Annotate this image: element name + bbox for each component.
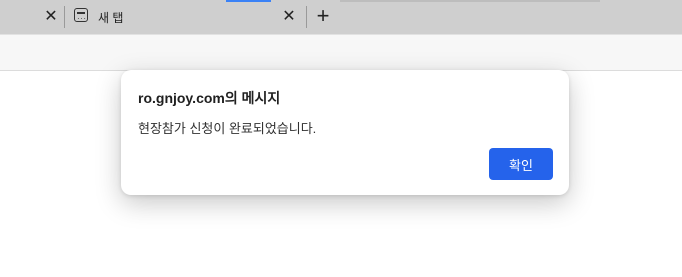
browser-toolbar [0,34,682,71]
close-tab-icon[interactable]: ✕ [280,8,298,26]
tab-separator [306,6,307,28]
alert-dialog: ro.gnjoy.com의 메시지 현장참가 신청이 완료되었습니다. 확인 [121,70,569,195]
tab-strip: ✕ ··· 새 탭 ✕ + [0,0,682,34]
tab-new-tab[interactable]: ··· 새 탭 ✕ [66,0,306,34]
close-tab-icon[interactable]: ✕ [42,8,60,26]
dialog-message: 현장참가 신청이 완료되었습니다. [138,121,317,136]
tab-separator [64,6,65,28]
tab-strip-divider [340,0,600,2]
dialog-title: ro.gnjoy.com의 메시지 [138,90,281,106]
ok-button[interactable]: 확인 [489,148,553,180]
new-tab-button[interactable]: + [312,5,334,27]
new-tab-page-icon: ··· [74,8,88,23]
tab-title: 새 탭 [98,11,124,25]
